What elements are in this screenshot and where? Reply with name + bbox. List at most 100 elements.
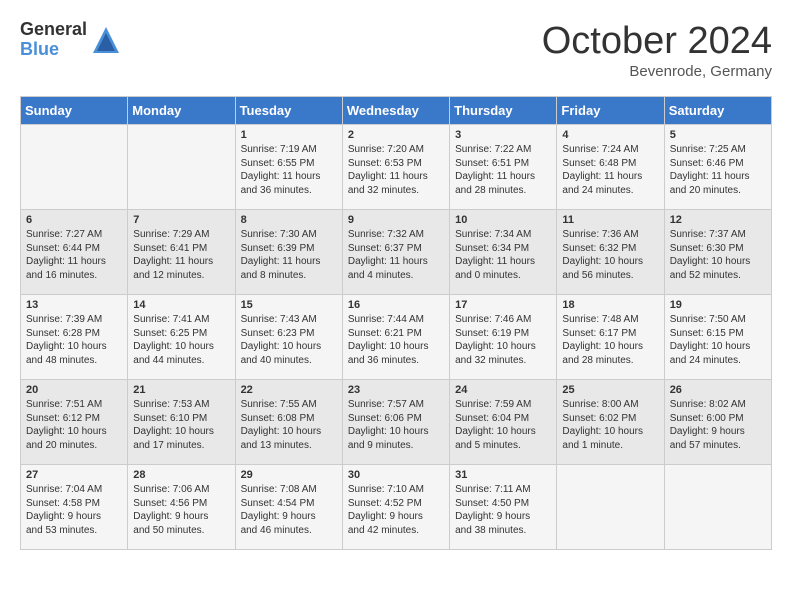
- day-number: 29: [241, 469, 337, 481]
- header-wednesday: Wednesday: [342, 97, 449, 125]
- calendar-cell: 23 Sunrise: 7:57 AM Sunset: 6:06 PM Dayli…: [342, 380, 449, 465]
- header-monday: Monday: [128, 97, 235, 125]
- calendar-cell: 16 Sunrise: 7:44 AM Sunset: 6:21 PM Dayli…: [342, 295, 449, 380]
- day-info: Sunrise: 7:08 AM Sunset: 4:54 PM Dayligh…: [241, 483, 337, 537]
- logo-blue: Blue: [20, 40, 87, 60]
- day-number: 13: [26, 299, 122, 311]
- day-info: Sunrise: 7:22 AM Sunset: 6:51 PM Dayligh…: [455, 143, 551, 197]
- day-number: 10: [455, 214, 551, 226]
- calendar-cell: 18 Sunrise: 7:48 AM Sunset: 6:17 PM Dayli…: [557, 295, 664, 380]
- calendar-cell: 26 Sunrise: 8:02 AM Sunset: 6:00 PM Dayli…: [664, 380, 771, 465]
- calendar-cell: [128, 125, 235, 210]
- day-number: 1: [241, 129, 337, 141]
- calendar-cell: 7 Sunrise: 7:29 AM Sunset: 6:41 PM Daylig…: [128, 210, 235, 295]
- calendar-table: SundayMondayTuesdayWednesdayThursdayFrid…: [20, 96, 772, 550]
- day-number: 23: [348, 384, 444, 396]
- day-info: Sunrise: 7:11 AM Sunset: 4:50 PM Dayligh…: [455, 483, 551, 537]
- calendar-cell: 31 Sunrise: 7:11 AM Sunset: 4:50 PM Dayli…: [450, 465, 557, 550]
- day-number: 5: [670, 129, 766, 141]
- calendar-cell: 12 Sunrise: 7:37 AM Sunset: 6:30 PM Dayli…: [664, 210, 771, 295]
- calendar-cell: 21 Sunrise: 7:53 AM Sunset: 6:10 PM Dayli…: [128, 380, 235, 465]
- day-info: Sunrise: 7:43 AM Sunset: 6:23 PM Dayligh…: [241, 313, 337, 367]
- day-info: Sunrise: 7:30 AM Sunset: 6:39 PM Dayligh…: [241, 228, 337, 282]
- calendar-cell: 9Sunrise: 7:32 AM Sunset: 6:37 PM Daylig…: [342, 210, 449, 295]
- day-number: 19: [670, 299, 766, 311]
- day-info: Sunrise: 7:36 AM Sunset: 6:32 PM Dayligh…: [562, 228, 658, 282]
- day-number: 8: [241, 214, 337, 226]
- month-title: October 2024: [542, 20, 772, 63]
- calendar-cell: [557, 465, 664, 550]
- logo: General Blue: [20, 20, 121, 60]
- day-info: Sunrise: 7:50 AM Sunset: 6:15 PM Dayligh…: [670, 313, 766, 367]
- day-info: Sunrise: 7:46 AM Sunset: 6:19 PM Dayligh…: [455, 313, 551, 367]
- calendar-cell: 8 Sunrise: 7:30 AM Sunset: 6:39 PM Daylig…: [235, 210, 342, 295]
- calendar-cell: 19 Sunrise: 7:50 AM Sunset: 6:15 PM Dayli…: [664, 295, 771, 380]
- day-number: 21: [133, 384, 229, 396]
- logo-icon: [91, 25, 121, 55]
- calendar-cell: [664, 465, 771, 550]
- day-info: Sunrise: 7:24 AM Sunset: 6:48 PM Dayligh…: [562, 143, 658, 197]
- logo-general: General: [20, 20, 87, 40]
- day-info: Sunrise: 7:10 AM Sunset: 4:52 PM Dayligh…: [348, 483, 444, 537]
- day-number: 31: [455, 469, 551, 481]
- day-number: 14: [133, 299, 229, 311]
- day-number: 16: [348, 299, 444, 311]
- day-info: Sunrise: 7:44 AM Sunset: 6:21 PM Dayligh…: [348, 313, 444, 367]
- day-number: 20: [26, 384, 122, 396]
- day-number: 27: [26, 469, 122, 481]
- day-number: 17: [455, 299, 551, 311]
- day-info: Sunrise: 7:59 AM Sunset: 6:04 PM Dayligh…: [455, 398, 551, 452]
- day-number: 15: [241, 299, 337, 311]
- day-number: 24: [455, 384, 551, 396]
- location: Bevenrode, Germany: [542, 63, 772, 80]
- day-number: 6: [26, 214, 122, 226]
- header-thursday: Thursday: [450, 97, 557, 125]
- day-number: 22: [241, 384, 337, 396]
- header-tuesday: Tuesday: [235, 97, 342, 125]
- day-info: Sunrise: 7:20 AM Sunset: 6:53 PM Dayligh…: [348, 143, 444, 197]
- day-number: 18: [562, 299, 658, 311]
- day-info: Sunrise: 8:02 AM Sunset: 6:00 PM Dayligh…: [670, 398, 766, 452]
- calendar-cell: 10 Sunrise: 7:34 AM Sunset: 6:34 PM Dayli…: [450, 210, 557, 295]
- day-number: 4: [562, 129, 658, 141]
- day-number: 3: [455, 129, 551, 141]
- calendar-cell: 24 Sunrise: 7:59 AM Sunset: 6:04 PM Dayli…: [450, 380, 557, 465]
- day-info: Sunrise: 7:06 AM Sunset: 4:56 PM Dayligh…: [133, 483, 229, 537]
- calendar-cell: 30Sunrise: 7:10 AM Sunset: 4:52 PM Dayli…: [342, 465, 449, 550]
- calendar-row-2: 13Sunrise: 7:39 AM Sunset: 6:28 PM Dayli…: [21, 295, 772, 380]
- calendar-cell: 5 Sunrise: 7:25 AM Sunset: 6:46 PM Daylig…: [664, 125, 771, 210]
- day-info: Sunrise: 7:48 AM Sunset: 6:17 PM Dayligh…: [562, 313, 658, 367]
- calendar-row-1: 6Sunrise: 7:27 AM Sunset: 6:44 PM Daylig…: [21, 210, 772, 295]
- calendar-cell: 22 Sunrise: 7:55 AM Sunset: 6:08 PM Dayli…: [235, 380, 342, 465]
- calendar-cell: 14Sunrise: 7:41 AM Sunset: 6:25 PM Dayli…: [128, 295, 235, 380]
- day-number: 25: [562, 384, 658, 396]
- day-info: Sunrise: 7:25 AM Sunset: 6:46 PM Dayligh…: [670, 143, 766, 197]
- calendar-cell: [21, 125, 128, 210]
- day-number: 12: [670, 214, 766, 226]
- day-number: 28: [133, 469, 229, 481]
- calendar-cell: 11Sunrise: 7:36 AM Sunset: 6:32 PM Dayli…: [557, 210, 664, 295]
- day-number: 26: [670, 384, 766, 396]
- day-info: Sunrise: 7:37 AM Sunset: 6:30 PM Dayligh…: [670, 228, 766, 282]
- calendar-cell: 2Sunrise: 7:20 AM Sunset: 6:53 PM Daylig…: [342, 125, 449, 210]
- calendar-cell: 4 Sunrise: 7:24 AM Sunset: 6:48 PM Daylig…: [557, 125, 664, 210]
- calendar-cell: 28 Sunrise: 7:06 AM Sunset: 4:56 PM Dayli…: [128, 465, 235, 550]
- title-area: October 2024 Bevenrode, Germany: [542, 20, 772, 80]
- day-info: Sunrise: 7:19 AM Sunset: 6:55 PM Dayligh…: [241, 143, 337, 197]
- calendar-cell: 25 Sunrise: 8:00 AM Sunset: 6:02 PM Dayli…: [557, 380, 664, 465]
- calendar-cell: 6Sunrise: 7:27 AM Sunset: 6:44 PM Daylig…: [21, 210, 128, 295]
- day-number: 7: [133, 214, 229, 226]
- day-info: Sunrise: 7:53 AM Sunset: 6:10 PM Dayligh…: [133, 398, 229, 452]
- day-info: Sunrise: 7:34 AM Sunset: 6:34 PM Dayligh…: [455, 228, 551, 282]
- day-info: Sunrise: 7:55 AM Sunset: 6:08 PM Dayligh…: [241, 398, 337, 452]
- calendar-row-4: 27 Sunrise: 7:04 AM Sunset: 4:58 PM Dayli…: [21, 465, 772, 550]
- day-info: Sunrise: 7:57 AM Sunset: 6:06 PM Dayligh…: [348, 398, 444, 452]
- day-info: Sunrise: 8:00 AM Sunset: 6:02 PM Dayligh…: [562, 398, 658, 452]
- day-info: Sunrise: 7:04 AM Sunset: 4:58 PM Dayligh…: [26, 483, 122, 537]
- day-number: 9: [348, 214, 444, 226]
- calendar-cell: 20Sunrise: 7:51 AM Sunset: 6:12 PM Dayli…: [21, 380, 128, 465]
- header-row: SundayMondayTuesdayWednesdayThursdayFrid…: [21, 97, 772, 125]
- day-info: Sunrise: 7:29 AM Sunset: 6:41 PM Dayligh…: [133, 228, 229, 282]
- calendar-cell: 13Sunrise: 7:39 AM Sunset: 6:28 PM Dayli…: [21, 295, 128, 380]
- header-saturday: Saturday: [664, 97, 771, 125]
